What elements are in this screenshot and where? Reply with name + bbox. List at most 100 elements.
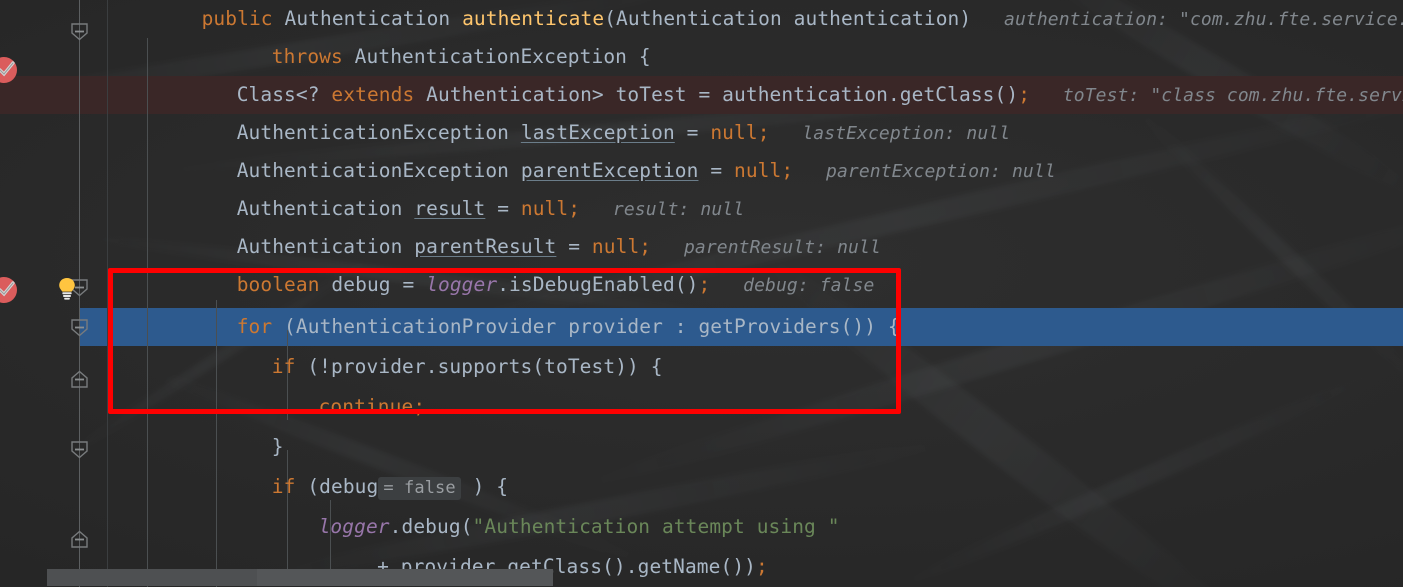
fold-collapse-icon[interactable] xyxy=(70,318,89,337)
code-token: Authentication xyxy=(616,7,782,30)
code-token: ; xyxy=(1018,83,1031,106)
inline-variable-hint[interactable]: toTest: "class com.zhu.fte.service.s xyxy=(1030,85,1403,106)
code-token: authentication xyxy=(781,7,960,30)
code-token: null xyxy=(710,121,758,144)
code-token: throws xyxy=(271,45,343,68)
code-token: = xyxy=(402,273,415,296)
code-token: . xyxy=(389,515,402,538)
code-line[interactable]: for (AuthenticationProvider provider : g… xyxy=(0,308,1403,346)
inline-variable-hint[interactable]: lastException: null xyxy=(770,123,1011,144)
code-token: ( xyxy=(460,515,473,538)
code-token: () xyxy=(674,273,699,296)
inline-variable-hint[interactable]: result: null xyxy=(580,199,744,220)
editor-window: public Authentication authenticate(Authe… xyxy=(0,0,1403,587)
code-token: ; xyxy=(568,197,581,220)
code-token: parentException xyxy=(520,159,699,182)
breakpoint-verified-icon[interactable] xyxy=(0,57,17,83)
code-token: = xyxy=(698,83,711,106)
inline-variable-hint[interactable]: parentResult: null xyxy=(651,237,881,258)
code-token: (!provider xyxy=(295,355,426,378)
code-token: debug xyxy=(319,273,403,296)
code-token: extends xyxy=(331,83,415,106)
code-token: () xyxy=(840,315,865,338)
horizontal-scrollbar-track[interactable] xyxy=(0,568,1403,587)
code-line[interactable]: } xyxy=(0,428,1403,466)
code-token: AuthenticationException xyxy=(236,159,510,182)
code-token: ; xyxy=(413,395,426,418)
code-line[interactable]: Authentication result = null; result: nu… xyxy=(0,190,1403,228)
code-token: ) { xyxy=(460,475,509,498)
code-token: (debug xyxy=(295,475,379,498)
code-line[interactable]: Authentication parentResult = null; pare… xyxy=(0,228,1403,266)
code-token: ; xyxy=(781,159,794,182)
code-token: Authentication xyxy=(236,197,403,220)
code-line[interactable]: throws AuthenticationException { xyxy=(0,38,1403,76)
code-token: ( xyxy=(604,7,617,30)
gutter-separator xyxy=(107,0,108,587)
code-line[interactable]: Class<? extends Authentication> toTest =… xyxy=(0,76,1403,114)
code-token: lastException xyxy=(520,121,675,144)
code-token: if xyxy=(271,475,296,498)
lightbulb-icon[interactable] xyxy=(55,276,79,302)
code-token: Authentication> toTest xyxy=(414,83,699,106)
code-token: getProviders xyxy=(698,315,841,338)
code-token: (toTest)) { xyxy=(532,355,663,378)
code-token: debug xyxy=(401,515,461,538)
code-line[interactable]: public Authentication authenticate(Authe… xyxy=(0,0,1403,38)
code-token: supports xyxy=(437,355,533,378)
code-token: ) { xyxy=(864,315,900,338)
code-token: . xyxy=(887,83,900,106)
code-token: (AuthenticationProvider provider : xyxy=(272,315,699,338)
horizontal-scrollbar-thumb[interactable] xyxy=(47,569,553,586)
fold-collapse-icon[interactable] xyxy=(70,440,89,459)
fold-end-icon[interactable] xyxy=(70,530,89,549)
inline-variable-hint[interactable]: authentication: "com.zhu.fte.service.sec… xyxy=(971,9,1403,30)
code-line[interactable]: if (!provider.supports(toTest)) { xyxy=(0,348,1403,386)
inline-variable-hint[interactable]: parentException: null xyxy=(793,161,1056,182)
code-token: () xyxy=(994,83,1019,106)
breakpoint-verified-icon[interactable] xyxy=(0,277,17,303)
fold-end-icon[interactable] xyxy=(70,370,89,389)
inline-variable-hint[interactable]: debug: false xyxy=(710,275,874,296)
inline-debug-value[interactable]: = false xyxy=(378,477,461,500)
code-token: parentResult xyxy=(414,235,557,258)
code-token: = xyxy=(568,235,581,258)
code-line[interactable]: if (debug = false ) { xyxy=(0,468,1403,506)
code-line[interactable]: continue; xyxy=(0,388,1403,426)
code-token: . xyxy=(497,273,510,296)
code-token: Class<? xyxy=(236,83,320,106)
fold-collapse-icon[interactable] xyxy=(70,22,89,41)
code-token: continue xyxy=(318,395,414,418)
code-token: AuthenticationException xyxy=(236,121,510,144)
code-token: null xyxy=(591,235,640,258)
code-token: for xyxy=(236,315,273,338)
code-line[interactable]: boolean debug = logger.isDebugEnabled();… xyxy=(0,266,1403,304)
code-token: if xyxy=(271,355,296,378)
code-token: getClass xyxy=(899,83,995,106)
code-line[interactable]: AuthenticationException lastException = … xyxy=(0,114,1403,152)
editor-gutter[interactable] xyxy=(0,0,108,587)
code-text-area[interactable]: public Authentication authenticate(Authe… xyxy=(0,0,1403,587)
code-token: = xyxy=(710,159,723,182)
code-line[interactable]: logger.debug("Authentication attempt usi… xyxy=(0,508,1403,546)
code-token: ) xyxy=(959,7,972,30)
code-token: } xyxy=(271,435,284,458)
code-token: ; xyxy=(757,121,770,144)
code-token: AuthenticationException xyxy=(342,45,628,68)
code-token: authenticate xyxy=(462,7,605,30)
code-line[interactable]: AuthenticationException parentException … xyxy=(0,152,1403,190)
